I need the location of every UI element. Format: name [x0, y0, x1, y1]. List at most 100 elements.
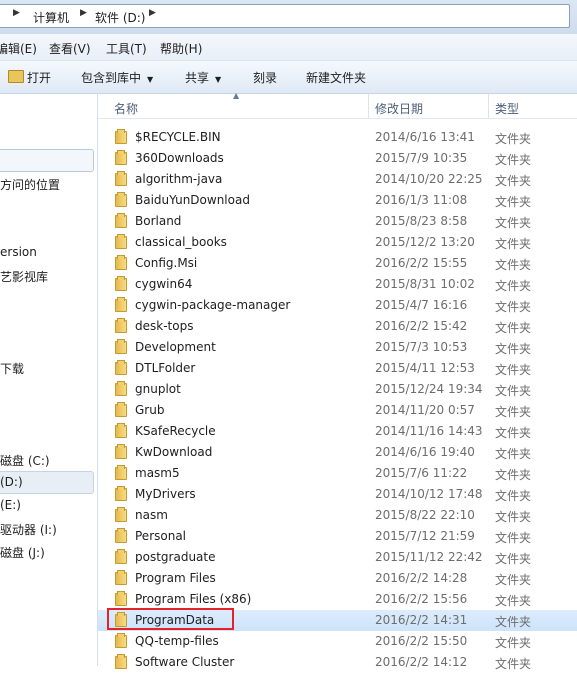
menu-edit[interactable]: 编辑(E): [0, 40, 37, 57]
file-type: 文件夹: [495, 594, 532, 608]
folder-icon: [115, 549, 127, 564]
table-row[interactable]: ProgramData 2016/2/2 14:31 文件夹: [98, 608, 577, 631]
table-row[interactable]: Grub 2014/11/20 0:57 文件夹: [98, 400, 577, 421]
table-row[interactable]: nasm 2015/8/22 22:10 文件夹: [98, 505, 577, 526]
file-modified-date: 2015/7/12 21:59: [375, 529, 475, 543]
nav-item-drive-i[interactable]: 驱动器 (I:): [0, 521, 57, 538]
table-row[interactable]: Borland 2015/8/23 8:58 文件夹: [98, 211, 577, 232]
new-folder-button[interactable]: 新建文件夹: [306, 69, 366, 86]
folder-icon: [115, 444, 127, 459]
table-row[interactable]: Personal 2015/7/12 21:59 文件夹: [98, 526, 577, 547]
folder-icon: [115, 192, 127, 207]
file-type: 文件夹: [495, 174, 532, 188]
share-button[interactable]: 共享 ▼: [185, 69, 221, 86]
column-header-type[interactable]: 类型: [495, 100, 519, 117]
table-row[interactable]: KSafeRecycle 2014/11/16 14:43 文件夹: [98, 421, 577, 442]
table-row[interactable]: Program Files (x86) 2016/2/2 15:56 文件夹: [98, 589, 577, 610]
folder-icon: [115, 633, 127, 648]
table-row[interactable]: 360Downloads 2015/7/9 10:35 文件夹: [98, 148, 577, 169]
table-row[interactable]: classical_books 2015/12/2 13:20 文件夹: [98, 232, 577, 253]
table-row[interactable]: MyDrivers 2014/10/12 17:48 文件夹: [98, 484, 577, 505]
table-row[interactable]: gnuplot 2015/12/24 19:34 文件夹: [98, 379, 577, 400]
include-in-library-label: 包含到库中: [81, 71, 142, 85]
chevron-right-icon[interactable]: ▶: [80, 8, 87, 18]
file-modified-date: 2015/7/9 10:35: [375, 151, 468, 165]
file-modified-date: 2016/2/2 14:12: [375, 655, 468, 669]
folder-icon: [115, 465, 127, 480]
file-modified-date: 2015/7/6 11:22: [375, 466, 468, 480]
address-box[interactable]: ▶ 计算机 ▶ 软件 (D:) ▶: [0, 4, 570, 28]
folder-icon: [115, 402, 127, 417]
file-name: Config.Msi: [135, 256, 198, 270]
table-row[interactable]: DTLFolder 2015/4/11 12:53 文件夹: [98, 358, 577, 379]
nav-item-drive-e[interactable]: (E:): [0, 498, 21, 512]
table-row[interactable]: $RECYCLE.BIN 2014/6/16 13:41 文件夹: [98, 127, 577, 148]
folder-icon: [115, 171, 127, 186]
column-divider[interactable]: [368, 94, 369, 118]
file-modified-date: 2014/6/16 13:41: [375, 130, 475, 144]
file-name: Program Files: [135, 571, 216, 585]
chevron-down-icon: ▼: [215, 75, 222, 84]
nav-item-version[interactable]: ersion: [0, 245, 37, 259]
table-row[interactable]: Program Files 2016/2/2 14:28 文件夹: [98, 568, 577, 589]
file-name: BaiduYunDownload: [135, 193, 250, 207]
file-modified-date: 2016/2/2 15:56: [375, 592, 468, 606]
nav-item-drive-j[interactable]: 磁盘 (J:): [0, 544, 45, 561]
file-name: Personal: [135, 529, 187, 543]
nav-item-drive-d[interactable]: (D:): [0, 475, 23, 489]
breadcrumb-drive-d[interactable]: 软件 (D:): [95, 9, 145, 26]
nav-item-downloads[interactable]: 下载: [0, 360, 24, 377]
folder-icon: [115, 150, 127, 165]
file-modified-date: 2015/4/11 12:53: [375, 361, 475, 375]
folder-icon: [115, 528, 127, 543]
folder-icon: [115, 507, 127, 522]
table-row[interactable]: cygwin-package-manager 2015/4/7 16:16 文件夹: [98, 295, 577, 316]
column-header: ▲ 名称 修改日期 类型: [98, 91, 577, 119]
burn-button[interactable]: 刻录: [253, 69, 277, 86]
file-modified-date: 2016/2/2 14:28: [375, 571, 468, 585]
nav-item-recent-places[interactable]: 方问的位置: [0, 176, 60, 193]
chevron-down-icon: ▼: [147, 75, 154, 84]
table-row[interactable]: algorithm-java 2014/10/20 22:25 文件夹: [98, 169, 577, 190]
table-row[interactable]: desk-tops 2016/2/2 15:42 文件夹: [98, 316, 577, 337]
folder-icon: [115, 360, 127, 375]
chevron-right-icon[interactable]: ▶: [13, 8, 20, 18]
file-modified-date: 2016/1/3 11:08: [375, 193, 468, 207]
nav-item-drive-c[interactable]: 磁盘 (C:): [0, 452, 50, 469]
table-row[interactable]: BaiduYunDownload 2016/1/3 11:08 文件夹: [98, 190, 577, 211]
table-row[interactable]: Software Cluster 2016/2/2 14:12 文件夹: [98, 652, 577, 673]
file-name: DTLFolder: [135, 361, 196, 375]
file-name: KSafeRecycle: [135, 424, 216, 438]
table-row[interactable]: masm5 2015/7/6 11:22 文件夹: [98, 463, 577, 484]
table-row[interactable]: Development 2015/7/3 10:53 文件夹: [98, 337, 577, 358]
column-header-name[interactable]: 名称: [114, 100, 138, 117]
breadcrumb-computer[interactable]: 计算机: [33, 9, 69, 26]
table-row[interactable]: postgraduate 2015/11/12 22:42 文件夹: [98, 547, 577, 568]
file-type: 文件夹: [495, 636, 532, 650]
file-modified-date: 2015/8/22 22:10: [375, 508, 475, 522]
menu-tools[interactable]: 工具(T): [106, 40, 147, 57]
column-header-modified[interactable]: 修改日期: [375, 100, 423, 117]
menu-help[interactable]: 帮助(H): [160, 40, 202, 57]
open-button[interactable]: 打开: [27, 69, 51, 86]
folder-icon: [115, 255, 127, 270]
file-type: 文件夹: [495, 321, 532, 335]
file-type: 文件夹: [495, 195, 532, 209]
column-divider[interactable]: [488, 94, 489, 118]
file-type: 文件夹: [495, 300, 532, 314]
file-type: 文件夹: [495, 216, 532, 230]
share-label: 共享: [185, 71, 210, 85]
file-type: 文件夹: [495, 657, 532, 671]
file-modified-date: 2014/10/20 22:25: [375, 172, 483, 186]
table-row[interactable]: KwDownload 2014/6/16 19:40 文件夹: [98, 442, 577, 463]
menu-view[interactable]: 查看(V): [49, 40, 91, 57]
table-row[interactable]: cygwin64 2015/8/31 10:02 文件夹: [98, 274, 577, 295]
table-row[interactable]: QQ-temp-files 2016/2/2 15:50 文件夹: [98, 631, 577, 652]
nav-item-highlight[interactable]: [0, 149, 94, 172]
table-row[interactable]: Config.Msi 2016/2/2 15:55 文件夹: [98, 253, 577, 274]
include-in-library-button[interactable]: 包含到库中 ▼: [81, 69, 153, 86]
file-modified-date: 2016/2/2 15:50: [375, 634, 468, 648]
file-type: 文件夹: [495, 237, 532, 251]
nav-item-video-library[interactable]: 艺影视库: [0, 268, 48, 285]
chevron-right-icon[interactable]: ▶: [149, 8, 156, 18]
